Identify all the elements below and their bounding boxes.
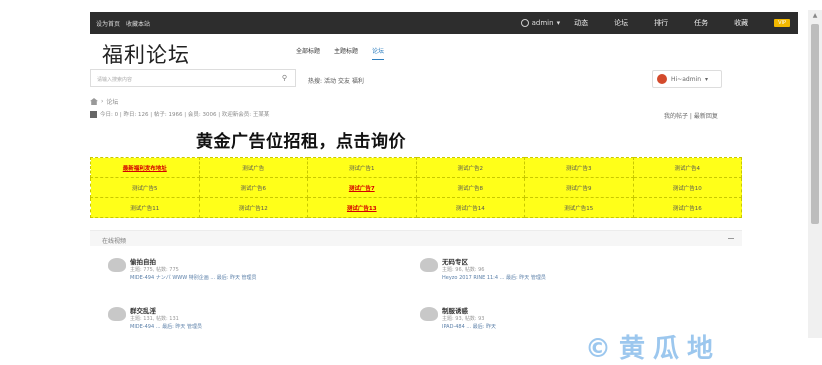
ad-slot-link[interactable]: 测试广告16 (632, 197, 742, 218)
forum-bubble-icon (420, 307, 438, 321)
nav-favorites[interactable]: 收藏 (734, 18, 748, 28)
my-posts-links[interactable]: 我的帖子 | 最新回复 (664, 111, 718, 120)
ad-grid: 最新福利发布地址 测试广告 测试广告1 测试广告2 测试广告3 测试广告4 测试广告5 测试广… (90, 157, 742, 218)
site-header: 福利论坛 全部标题 主题标题 论坛 (90, 34, 798, 68)
collapse-icon[interactable] (728, 238, 734, 239)
forum-bubble-icon (420, 258, 438, 272)
forum-bubble-icon (108, 307, 126, 321)
site-logo[interactable]: 福利论坛 (102, 39, 190, 69)
breadcrumb-forum[interactable]: 论坛 (106, 97, 118, 106)
ad-slot-link[interactable]: 测试广告5 (90, 177, 200, 198)
ad-slot-link[interactable]: 测试广告2 (415, 157, 525, 178)
forum-bubble-icon (108, 258, 126, 272)
nav-ranking[interactable]: 排行 (654, 18, 668, 28)
ad-slot-link[interactable]: 测试广告10 (632, 177, 742, 198)
forum-item[interactable]: 群交乱淫 主题: 131, 帖数: 131 MIDE-494 ... 最后: 昨… (108, 305, 408, 335)
nav-feed[interactable]: 动态 (574, 18, 588, 28)
bookmark-link[interactable]: 收藏本站 (126, 19, 150, 28)
ad-slot-link[interactable]: 测试广告3 (524, 157, 634, 178)
page-scrollbar[interactable]: ▲ (808, 10, 822, 338)
search-input[interactable]: 请输入搜索内容 ⚲ (90, 69, 296, 87)
ad-slot-link[interactable]: 测试广告1 (307, 157, 417, 178)
hot-tags[interactable]: 活动 交友 福利 (324, 78, 364, 85)
avatar (657, 74, 667, 84)
forum-item[interactable]: 偷拍自拍 主题: 775, 帖数: 775 MIDE-494 ナンパ WWW 特… (108, 256, 408, 286)
search-icon[interactable]: ⚲ (282, 74, 287, 82)
tab-all-titles[interactable]: 全部标题 (296, 46, 320, 60)
forum-item[interactable]: 无码专区 主题: 96, 帖数: 96 Heyzo 2017 RINE 11:4… (420, 256, 720, 286)
user-menu[interactable]: admin ▾ (520, 19, 561, 27)
ad-row: 测试广告5 测试广告6 测试广告7 测试广告8 测试广告9 测试广告10 (90, 177, 742, 198)
chevron-down-icon: ▾ (556, 19, 561, 27)
ad-row: 测试广告11 测试广告12 测试广告13 测试广告14 测试广告15 测试广告16 (90, 197, 742, 218)
ad-slot-link[interactable]: 测试广告4 (632, 157, 742, 178)
breadcrumb: › 论坛 (90, 97, 118, 106)
tab-topic-titles[interactable]: 主题标题 (334, 46, 358, 60)
ad-slot-link[interactable]: 测试广告14 (415, 197, 525, 218)
ad-slot-link[interactable]: 测试广告7 (307, 177, 417, 198)
ad-slot-link[interactable]: 测试广告 (198, 157, 308, 178)
ad-slot-link[interactable]: 测试广告13 (307, 197, 417, 218)
set-homepage-link[interactable]: 设为首页 (96, 19, 120, 28)
forum-stats: 今日: 0 | 昨日: 126 | 帖子: 1966 | 会员: 3006 | … (90, 110, 269, 118)
tab-forum[interactable]: 论坛 (372, 46, 385, 60)
ad-slot-link[interactable]: 测试广告12 (198, 197, 308, 218)
ad-slot-link[interactable]: 测试广告6 (198, 177, 308, 198)
scrollbar-thumb[interactable] (811, 24, 819, 224)
nav-forum[interactable]: 论坛 (614, 18, 628, 28)
home-icon[interactable] (90, 98, 98, 105)
watermark: ©黄瓜地 (585, 334, 722, 364)
account-menu[interactable]: Hi~admin ▾ (652, 70, 722, 88)
stats-icon (90, 110, 97, 118)
ad-slot-link[interactable]: 测试广告9 (524, 177, 634, 198)
user-icon (520, 19, 529, 27)
ad-row: 最新福利发布地址 测试广告 测试广告1 测试广告2 测试广告3 测试广告4 (90, 157, 742, 178)
forum-section-header: 在线视频 (90, 230, 742, 246)
vip-badge[interactable]: VIP (774, 19, 790, 27)
ad-slot-link[interactable]: 最新福利发布地址 (90, 157, 200, 178)
top-bar: 设为首页 收藏本站 admin ▾ 动态 论坛 排行 任务 收藏 VIP (90, 12, 798, 34)
ad-slot-link[interactable]: 测试广告8 (415, 177, 525, 198)
chevron-down-icon: ▾ (705, 75, 709, 83)
ad-slot-link[interactable]: 测试广告15 (524, 197, 634, 218)
nav-tasks[interactable]: 任务 (694, 18, 708, 28)
ad-banner-title[interactable]: 黄金广告位招租，点击询价 (196, 127, 406, 152)
hot-searches: 热搜: 活动 交友 福利 (308, 78, 364, 85)
scroll-up-icon[interactable]: ▲ (811, 12, 819, 20)
section-title: 在线视频 (102, 238, 127, 245)
ad-slot-link[interactable]: 测试广告11 (90, 197, 200, 218)
